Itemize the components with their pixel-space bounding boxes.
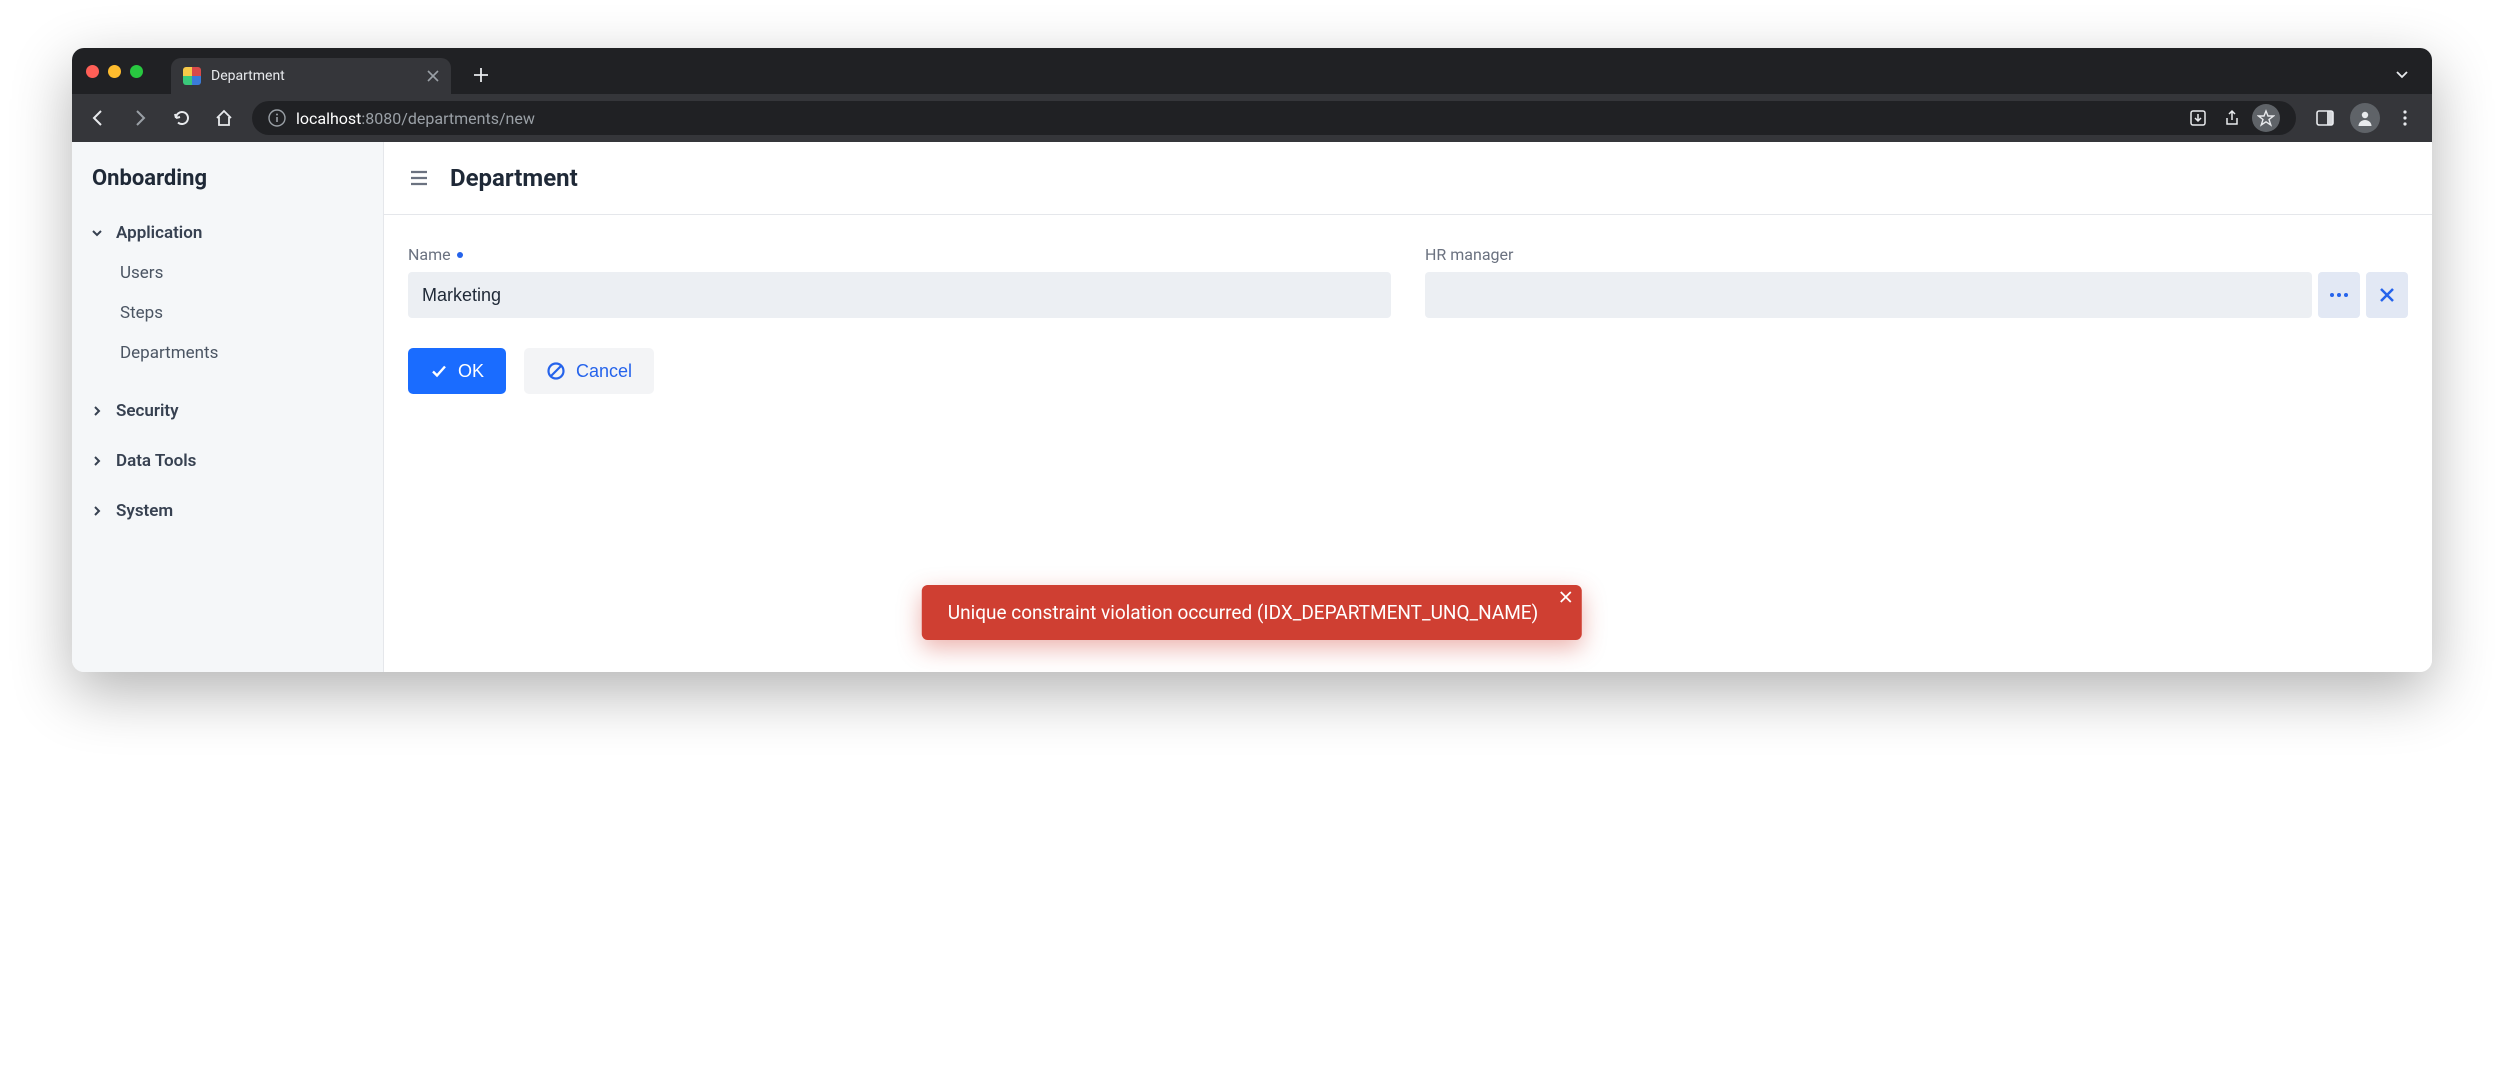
sidebar-group-data-tools[interactable]: Data Tools [72,441,383,481]
browser-menu-icon[interactable] [2390,103,2420,133]
sidebar-group-system[interactable]: System [72,491,383,531]
sidebar-item-users[interactable]: Users [72,253,383,293]
sidebar-group-label: System [116,501,173,521]
hr-manager-input[interactable] [1425,272,2312,318]
hamburger-icon[interactable] [408,167,430,189]
main-header: Department [384,142,2432,215]
sidebar-item-departments[interactable]: Departments [72,333,383,373]
cancel-button[interactable]: Cancel [524,348,654,394]
sidebar-group-label: Data Tools [116,451,196,471]
app-viewport: Onboarding Application Users Steps Depar… [72,142,2432,672]
browser-window: Department [72,48,2432,672]
chevron-down-icon [90,226,106,240]
side-panel-icon[interactable] [2310,103,2340,133]
ellipsis-icon [2328,291,2350,299]
lookup-button[interactable] [2318,272,2360,318]
nav-reload-icon[interactable] [168,104,196,132]
site-info-icon[interactable] [268,109,286,127]
toast-close-icon[interactable] [1560,591,1572,603]
field-hr-manager-label: HR manager [1425,245,2408,264]
toast-message: Unique constraint violation occurred (ID… [948,601,1538,624]
url-input[interactable]: localhost:8080/departments/new [252,101,2296,135]
window-maximize-button[interactable] [130,65,143,78]
close-icon [2379,287,2395,303]
app-title: Onboarding [72,166,383,213]
share-icon[interactable] [2218,104,2246,132]
new-tab-button[interactable] [473,67,489,83]
window-minimize-button[interactable] [108,65,121,78]
install-app-icon[interactable] [2184,104,2212,132]
sidebar-item-steps[interactable]: Steps [72,293,383,333]
chevron-right-icon [90,504,106,518]
window-controls [86,65,143,78]
chevron-right-icon [90,404,106,418]
ok-button[interactable]: OK [408,348,506,394]
form-actions: OK Cancel [384,348,2432,394]
tab-title: Department [211,68,417,84]
sidebar-group-label: Security [116,401,179,421]
nav-forward-icon[interactable] [126,104,154,132]
bookmark-star-icon[interactable] [2252,104,2280,132]
name-input[interactable] [408,272,1391,318]
browser-tab[interactable]: Department [171,58,451,94]
sidebar: Onboarding Application Users Steps Depar… [72,142,384,672]
window-close-button[interactable] [86,65,99,78]
profile-avatar-icon[interactable] [2350,103,2380,133]
prohibit-icon [546,361,566,381]
form: Name HR manager [384,215,2432,348]
nav-back-icon[interactable] [84,104,112,132]
sidebar-group-label: Application [116,223,202,243]
field-name: Name [408,245,1391,318]
nav-home-icon[interactable] [210,104,238,132]
tab-overflow-icon[interactable] [2394,66,2410,82]
required-indicator-icon [457,252,463,258]
check-icon [430,362,448,380]
tab-favicon-icon [183,67,201,85]
field-hr-manager: HR manager [1425,245,2408,318]
sidebar-group-security[interactable]: Security [72,391,383,431]
browser-titlebar: Department [72,48,2432,94]
main-content: Department Name HR manager [384,142,2432,672]
chevron-right-icon [90,454,106,468]
error-toast: Unique constraint violation occurred (ID… [922,585,1582,640]
page-title: Department [450,164,578,192]
field-name-label: Name [408,245,1391,264]
browser-address-bar: localhost:8080/departments/new [72,94,2432,142]
clear-button[interactable] [2366,272,2408,318]
url-text: localhost:8080/departments/new [296,109,535,128]
tab-close-icon[interactable] [427,70,439,82]
sidebar-group-application[interactable]: Application [72,213,383,253]
